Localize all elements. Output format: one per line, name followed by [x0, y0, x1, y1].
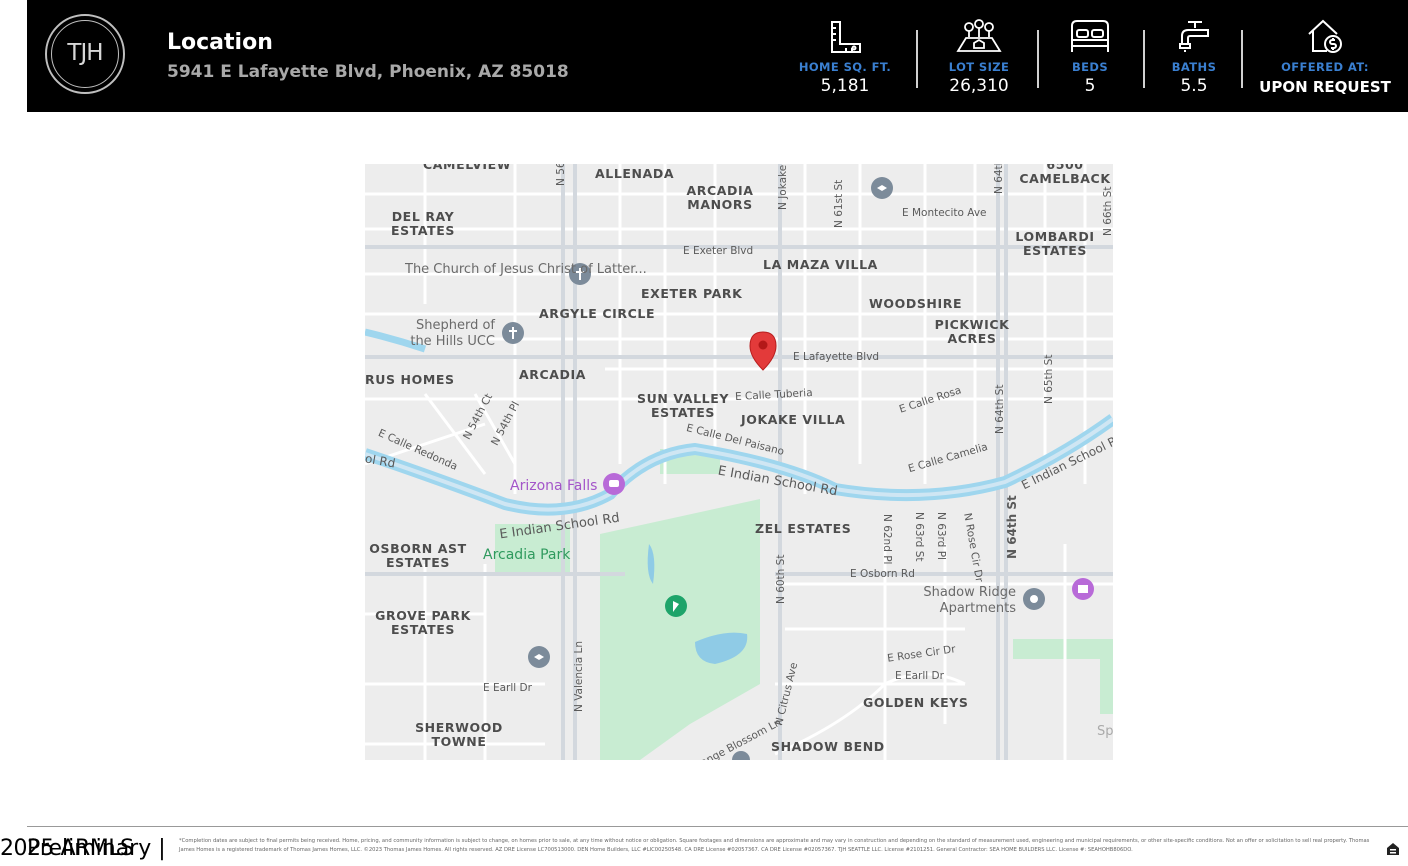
street-label: N 64th St	[994, 384, 1006, 434]
stat-value: UPON REQUEST	[1259, 78, 1391, 96]
stat-label: OFFERED AT:	[1281, 60, 1369, 74]
location-map[interactable]: CAMELVIEW ALLENADA ARCADIA MANORS 6500 C…	[365, 164, 1113, 760]
stat-label: HOME SQ. FT.	[798, 60, 892, 74]
neighborhood-label: GROVE PARK ESTATES	[375, 608, 471, 637]
divider	[1143, 30, 1145, 88]
logo-text: TJH	[67, 40, 103, 66]
tjh-logo: TJH	[45, 14, 125, 94]
neighborhood-label: RUS HOMES	[365, 372, 455, 387]
poi-arizona-falls[interactable]: Arizona Falls	[510, 478, 597, 494]
ruler-icon	[831, 21, 861, 53]
street-label: E Earll Dr	[895, 670, 944, 682]
footer-disclaimer: *Completion dates are subject to final p…	[179, 838, 1370, 853]
stat-value: 5	[1084, 76, 1096, 96]
street-label: N 63rd Pl	[935, 512, 947, 560]
street-label: N 56th	[555, 164, 567, 186]
poi-arcadia-park[interactable]: Arcadia Park	[483, 547, 570, 563]
stat-lot-size: LOT SIZE 26,310	[931, 18, 1027, 98]
neighborhood-label: ZEL ESTATES	[755, 521, 852, 536]
poi-shepherd[interactable]: Shepherd of the Hills UCC	[405, 318, 495, 350]
street-label: N 60th St	[775, 554, 787, 604]
neighborhood-label: OSBORN AST ESTATES	[369, 541, 467, 570]
neighborhood-label: EXETER PARK	[641, 286, 743, 301]
divider	[916, 30, 918, 88]
bed-icon	[1071, 20, 1109, 52]
property-header: TJH Location 5941 E Lafayette Blvd, Phoe…	[27, 0, 1408, 112]
poi-shadow-ridge[interactable]: Shadow Ridge Apartments	[920, 585, 1016, 617]
stat-offered-at: OFFERED AT: UPON REQUEST	[1255, 18, 1395, 98]
neighborhood-label: SHADOW BEND	[771, 739, 885, 754]
divider	[1037, 30, 1039, 88]
street-label: N 65th St	[1043, 354, 1055, 404]
street-label: E Osborn Rd	[850, 568, 915, 580]
stat-home-sq-ft: HOME SQ. FT. 5,181	[795, 18, 895, 98]
neighborhood-label: ARCADIA MANORS	[686, 183, 754, 212]
neighborhood-label: 6500 CAMELBACK	[1019, 164, 1111, 186]
street-label: N Jokake	[777, 164, 789, 210]
faucet-icon	[1179, 21, 1209, 52]
stat-value: 26,310	[949, 76, 1009, 96]
neighborhood-label: GOLDEN KEYS	[863, 695, 969, 710]
neighborhood-label: LOMBARDI ESTATES	[1015, 229, 1095, 258]
neighborhood-label: ARGYLE CIRCLE	[539, 306, 656, 321]
neighborhood-label: WOODSHIRE	[869, 296, 963, 311]
stat-value: 5,181	[820, 76, 870, 96]
neighborhood-label: SHERWOOD TOWNE	[415, 720, 503, 749]
poi-partial[interactable]: Sp	[1097, 724, 1113, 740]
neighborhood-label: SUN VALLEY ESTATES	[637, 391, 729, 420]
neighborhood-label: PICKWICK ACRES	[934, 317, 1010, 346]
neighborhood-label: ALLENADA	[595, 166, 675, 181]
house-dollar-icon	[1308, 19, 1342, 53]
street-label: N Valencia Ln	[573, 641, 585, 712]
neighborhood-label: LA MAZA VILLA	[763, 257, 878, 272]
poi-church[interactable]: The Church of Jesus Christ of Latter...	[405, 262, 647, 278]
stat-label: LOT SIZE	[948, 60, 1010, 74]
stat-value: 5.5	[1180, 76, 1208, 96]
lot-size-icon	[956, 19, 1002, 52]
stat-label: BATHS	[1171, 60, 1217, 74]
street-label: E Montecito Ave	[902, 207, 987, 219]
stat-label: BEDS	[1071, 60, 1109, 74]
neighborhood-label: DEL RAY ESTATES	[390, 209, 456, 238]
street-label: N 61st St	[833, 179, 845, 228]
divider	[1241, 30, 1243, 88]
street-label: N 64th St	[1005, 495, 1019, 559]
location-pin	[749, 331, 777, 371]
stat-baths: BATHS 5.5	[1159, 18, 1229, 98]
street-label: E Earll Dr	[483, 682, 532, 694]
street-label: N 64th	[993, 164, 1005, 194]
stat-beds: BEDS 5	[1057, 18, 1123, 98]
footer-prelim-text: Preliminary |	[27, 836, 166, 861]
neighborhood-label: ARCADIA	[519, 367, 587, 382]
footer-divider	[27, 826, 1408, 827]
neighborhood-label: JOKAKE VILLA	[741, 412, 846, 427]
street-label: N 62nd Pl	[881, 514, 893, 565]
street-label: N 66th St	[1102, 186, 1113, 236]
street-label: E Exeter Blvd	[683, 245, 754, 257]
street-label: E Lafayette Blvd	[793, 351, 880, 363]
equal-housing-icon	[1387, 843, 1399, 855]
location-address: 5941 E Lafayette Blvd, Phoenix, AZ 85018	[167, 62, 569, 82]
neighborhood-label: CAMELVIEW	[423, 164, 512, 172]
street-label: N 63rd St	[913, 512, 925, 562]
location-title: Location	[167, 30, 273, 55]
